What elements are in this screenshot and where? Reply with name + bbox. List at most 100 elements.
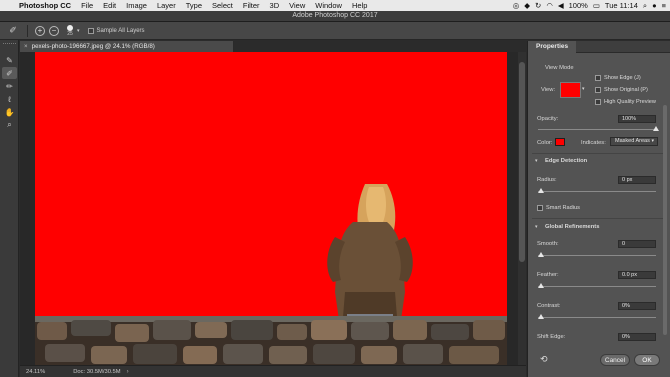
sample-all-layers-option[interactable]: Sample All Layers <box>87 27 145 34</box>
reset-icon[interactable]: ⟲ <box>540 354 548 365</box>
contrast-slider-knob[interactable] <box>538 314 544 319</box>
window-title: Adobe Photoshop CC 2017 <box>292 12 378 19</box>
global-refinements-header[interactable]: Global Refinements <box>545 224 599 230</box>
smooth-input[interactable]: 0 <box>618 240 656 248</box>
shift-edge-input[interactable]: 0% <box>618 333 656 341</box>
canvas-vertical-scrollbar[interactable] <box>518 52 526 365</box>
lasso-tool-icon[interactable]: ℓ <box>2 93 17 105</box>
menu-3d[interactable]: 3D <box>265 1 285 10</box>
cancel-button[interactable]: Cancel <box>600 354 630 366</box>
opacity-input[interactable]: 100% <box>618 115 656 123</box>
sync-icon[interactable]: ↻ <box>535 1 541 10</box>
menu-image[interactable]: Image <box>121 1 152 10</box>
stone-wall <box>35 316 507 365</box>
menu-layer[interactable]: Layer <box>152 1 181 10</box>
sample-all-layers-label: Sample All Layers <box>96 27 145 34</box>
contrast-slider-track[interactable] <box>538 317 656 318</box>
menu-window[interactable]: Window <box>310 1 347 10</box>
edge-detection-header[interactable]: Edge Detection <box>545 158 587 164</box>
show-original-option[interactable]: Show Original (P) <box>595 87 648 93</box>
siri-icon[interactable]: ● <box>652 1 657 10</box>
options-bar: ✐ + − 25 ▾ Sample All Layers <box>0 22 670 40</box>
contrast-label: Contrast: <box>537 303 561 309</box>
close-document-icon[interactable]: × <box>24 43 28 50</box>
cc-icon[interactable]: ◎ <box>513 1 520 10</box>
smart-radius-option[interactable]: Smart Radius <box>537 205 580 211</box>
overlay-color-swatch[interactable] <box>555 138 565 146</box>
opacity-label: Opacity: <box>537 116 559 122</box>
show-edge-option[interactable]: Show Edge (J) <box>595 75 641 81</box>
radius-label: Radius: <box>537 177 557 183</box>
smart-radius-label: Smart Radius <box>546 205 580 211</box>
smooth-slider-track[interactable] <box>538 255 656 256</box>
smooth-label: Smooth: <box>537 241 559 247</box>
show-original-checkbox[interactable] <box>595 87 601 93</box>
notification-center-icon[interactable]: ≡ <box>662 1 666 10</box>
document-tab[interactable]: × pexels-photo-196667.jpeg @ 24.1% (RGB/8… <box>20 41 234 52</box>
indicates-dropdown[interactable]: Masked Areas ▾ <box>610 137 658 146</box>
brush-size-picker[interactable]: 25 <box>67 24 73 37</box>
brush-tool-icon[interactable]: ✏ <box>2 80 17 92</box>
battery-icon[interactable]: ▭ <box>593 1 600 10</box>
tab-properties[interactable]: Properties <box>528 40 577 53</box>
global-refinements-chevron-icon[interactable]: ▾ <box>535 224 538 230</box>
section-divider <box>532 218 667 219</box>
document-tab-label: pexels-photo-196667.jpeg @ 24.1% (RGB/8) <box>31 43 155 50</box>
view-mode-thumbnail[interactable] <box>560 82 581 98</box>
document-canvas[interactable] <box>35 52 507 365</box>
zoom-tool-icon[interactable]: ⌕ <box>2 119 17 131</box>
menu-help[interactable]: Help <box>347 1 372 10</box>
opacity-slider-knob[interactable] <box>653 126 659 131</box>
spotlight-search-icon[interactable]: ⌕ <box>643 1 647 11</box>
feather-slider-track[interactable] <box>538 286 656 287</box>
menu-view[interactable]: View <box>284 1 310 10</box>
battery-percent[interactable]: 100% <box>569 1 588 10</box>
contrast-input[interactable]: 0% <box>618 302 656 310</box>
feather-input[interactable]: 0.0 px <box>618 271 656 279</box>
edge-detection-chevron-icon[interactable]: ▾ <box>535 158 538 164</box>
dropbox-icon[interactable]: ◆ <box>524 1 530 10</box>
properties-scrollbar[interactable] <box>662 65 668 365</box>
zoom-level[interactable]: 24.11% <box>26 369 45 375</box>
quick-selection-tool-icon[interactable]: ✎ <box>2 54 17 66</box>
smart-radius-checkbox[interactable] <box>537 205 543 211</box>
scrollbar-thumb[interactable] <box>519 62 525 262</box>
hand-tool-icon[interactable]: ✋ <box>2 106 17 118</box>
chevron-down-icon[interactable]: ▾ <box>77 28 80 34</box>
options-divider <box>27 24 28 37</box>
high-quality-preview-label: High Quality Preview <box>604 99 656 105</box>
quick-selection-tool-preset-icon[interactable]: ✐ <box>6 25 20 37</box>
high-quality-preview-checkbox[interactable] <box>595 99 601 105</box>
radius-slider-track[interactable] <box>538 191 656 192</box>
menu-edit[interactable]: Edit <box>98 1 121 10</box>
feather-slider-knob[interactable] <box>538 283 544 288</box>
window-title-bar: Adobe Photoshop CC 2017 <box>0 11 670 22</box>
radius-input[interactable]: 0 px <box>618 176 656 184</box>
menu-filter[interactable]: Filter <box>238 1 265 10</box>
ok-button[interactable]: OK <box>634 354 660 366</box>
sample-all-layers-checkbox[interactable] <box>87 27 94 34</box>
scrollbar-thumb[interactable] <box>663 105 667 335</box>
section-divider <box>532 153 667 154</box>
add-to-selection-icon[interactable]: + <box>35 25 45 36</box>
chevron-down-icon[interactable]: ▾ <box>582 86 585 92</box>
subtract-from-selection-icon[interactable]: − <box>49 25 59 36</box>
tools-panel: ✎ ✐ ✏ ℓ ✋ ⌕ <box>0 40 19 377</box>
brush-tip-icon <box>67 24 73 31</box>
smooth-slider-knob[interactable] <box>538 252 544 257</box>
menu-app-name[interactable]: Photoshop CC <box>14 1 76 10</box>
high-quality-preview-option[interactable]: High Quality Preview <box>595 99 656 105</box>
show-edge-checkbox[interactable] <box>595 75 601 81</box>
radius-slider-knob[interactable] <box>538 188 544 193</box>
menu-type[interactable]: Type <box>181 1 207 10</box>
panel-grip[interactable] <box>3 43 16 46</box>
menu-file[interactable]: File <box>76 1 98 10</box>
volume-icon[interactable]: ◀ <box>558 1 564 10</box>
clock[interactable]: Tue 11:14 <box>605 1 638 10</box>
opacity-slider-track[interactable] <box>538 129 656 130</box>
brush-size-value: 25 <box>67 30 73 37</box>
wifi-icon[interactable]: ◠ <box>546 1 553 10</box>
menu-select[interactable]: Select <box>207 1 238 10</box>
refine-edge-brush-tool-icon[interactable]: ✐ <box>2 67 17 79</box>
chevron-right-icon[interactable]: › <box>127 369 129 375</box>
